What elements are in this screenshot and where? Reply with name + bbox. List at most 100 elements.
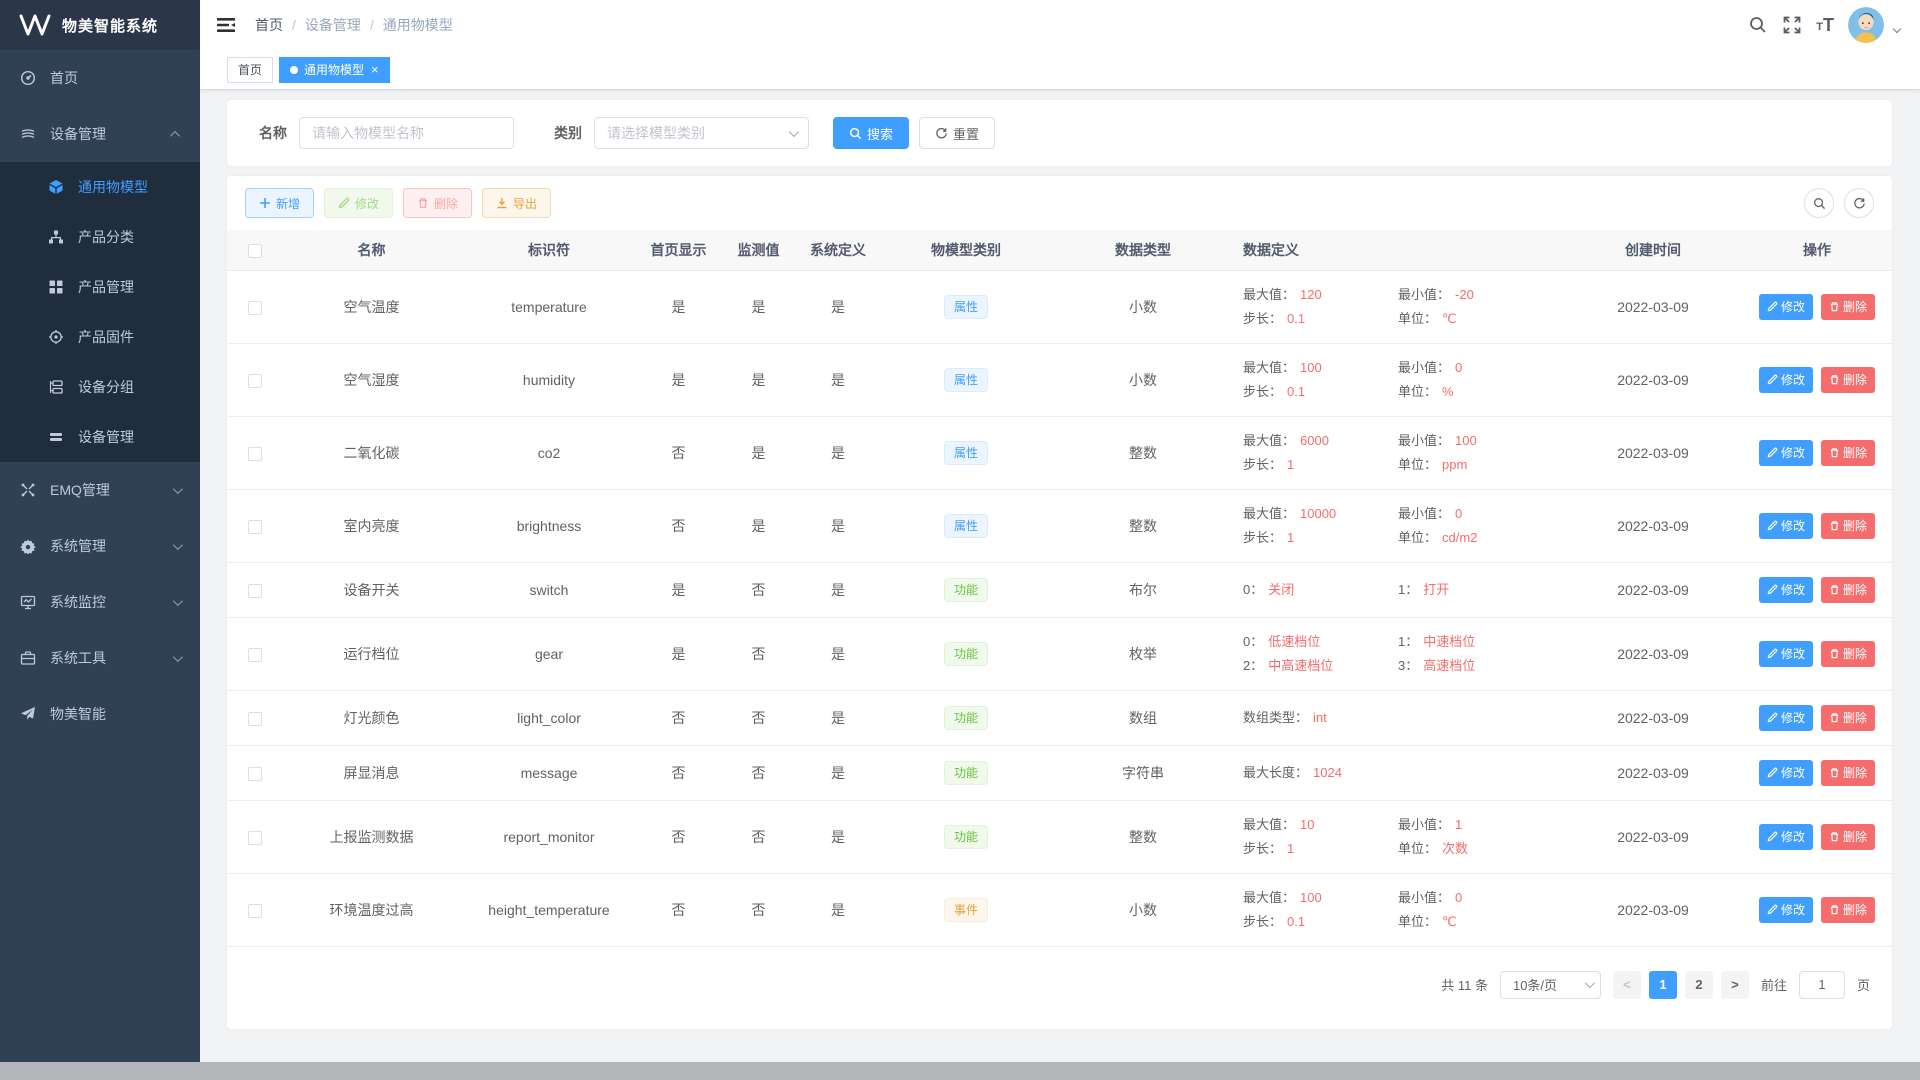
- row-checkbox[interactable]: [248, 301, 262, 315]
- cell-data-def: 数组类型：int: [1243, 708, 1558, 728]
- name-input[interactable]: 请输入物模型名称: [299, 117, 514, 149]
- pencil-icon: [1767, 648, 1778, 659]
- sidebar-item-system-management[interactable]: 系统管理: [0, 518, 200, 574]
- prev-page-button[interactable]: <: [1613, 971, 1641, 999]
- row-delete-button[interactable]: 删除: [1821, 760, 1875, 786]
- sidebar-fold-icon[interactable]: [215, 14, 237, 36]
- cell-data-def: 最大值：6000最小值：100步长：1单位：ppm: [1243, 431, 1558, 475]
- sidebar-item-thing-model[interactable]: 通用物模型: [0, 162, 200, 212]
- cell-monitor: 否: [719, 562, 798, 617]
- cell-monitor: 否: [719, 617, 798, 690]
- font-size-icon[interactable]: TT: [1816, 16, 1834, 34]
- row-edit-button[interactable]: 修改: [1759, 367, 1813, 393]
- export-button[interactable]: 导出: [482, 188, 551, 218]
- delete-button[interactable]: 删除: [403, 188, 472, 218]
- row-edit-button[interactable]: 修改: [1759, 760, 1813, 786]
- row-edit-button[interactable]: 修改: [1759, 577, 1813, 603]
- goto-page-input[interactable]: [1799, 971, 1845, 999]
- chevron-down-icon: [1585, 978, 1595, 988]
- avatar-caret-icon[interactable]: [1893, 25, 1901, 33]
- row-edit-button[interactable]: 修改: [1759, 824, 1813, 850]
- table-body: 空气温度 temperature 是 是 是 属性 小数 最大值：120最小值：…: [227, 270, 1892, 946]
- page-button-2[interactable]: 2: [1685, 971, 1713, 999]
- pencil-icon: [1767, 301, 1778, 312]
- row-checkbox[interactable]: [248, 447, 262, 461]
- edit-button[interactable]: 修改: [324, 188, 393, 218]
- cell-monitor: 否: [719, 873, 798, 946]
- sidebar-item-system-tools[interactable]: 系统工具: [0, 630, 200, 686]
- row-edit-button[interactable]: 修改: [1759, 641, 1813, 667]
- tab-thing-model[interactable]: 通用物模型 ×: [279, 57, 390, 83]
- table-row: 设备开关 switch 是 否 是 功能 布尔 0：关闭1：打开 2022-03…: [227, 562, 1892, 617]
- chevron-down-icon: [789, 127, 799, 137]
- chevron-down-icon: [173, 596, 183, 606]
- page-button-1[interactable]: 1: [1649, 971, 1677, 999]
- row-delete-button[interactable]: 删除: [1821, 513, 1875, 539]
- row-delete-button[interactable]: 删除: [1821, 577, 1875, 603]
- add-button[interactable]: 新增: [245, 188, 314, 218]
- breadcrumb-device-management[interactable]: 设备管理: [305, 15, 361, 35]
- category-select[interactable]: 请选择模型类别: [594, 117, 809, 149]
- sidebar-item-label: 设备分组: [78, 377, 134, 397]
- refresh-table-button[interactable]: [1844, 188, 1874, 218]
- row-delete-button[interactable]: 删除: [1821, 367, 1875, 393]
- row-delete-button[interactable]: 删除: [1821, 824, 1875, 850]
- tab-close-icon[interactable]: ×: [371, 63, 379, 76]
- trash-icon: [1829, 648, 1840, 659]
- sidebar-item-system-monitor[interactable]: 系统监控: [0, 574, 200, 630]
- logo-bar[interactable]: 物美智能系统: [0, 0, 200, 50]
- trash-icon: [1829, 904, 1840, 915]
- col-home-display: 首页显示: [638, 230, 719, 270]
- row-edit-button[interactable]: 修改: [1759, 513, 1813, 539]
- row-delete-button[interactable]: 删除: [1821, 440, 1875, 466]
- cell-data-type: 整数: [1054, 489, 1232, 562]
- cell-name: 屏显消息: [283, 745, 460, 800]
- row-checkbox[interactable]: [248, 374, 262, 388]
- row-delete-button[interactable]: 删除: [1821, 641, 1875, 667]
- row-checkbox[interactable]: [248, 584, 262, 598]
- cell-created: 2022-03-09: [1564, 873, 1742, 946]
- breadcrumb-home[interactable]: 首页: [255, 15, 283, 35]
- sidebar-item-device-management-sub[interactable]: 设备管理: [0, 412, 200, 462]
- row-delete-button[interactable]: 删除: [1821, 294, 1875, 320]
- cell-name: 上报监测数据: [283, 800, 460, 873]
- sidebar-item-device-group[interactable]: 设备分组: [0, 362, 200, 412]
- fullscreen-icon[interactable]: [1782, 15, 1802, 35]
- sidebar-item-emq[interactable]: EMQ管理: [0, 462, 200, 518]
- sidebar-item-device-management[interactable]: 设备管理: [0, 106, 200, 162]
- row-checkbox[interactable]: [248, 831, 262, 845]
- cell-monitor: 是: [719, 489, 798, 562]
- breadcrumb-separator: /: [292, 17, 296, 33]
- app-container: 物美智能系统 首页 设备管理 通用物模型 产品分类 产品管理: [0, 0, 1920, 1062]
- sidebar-item-home[interactable]: 首页: [0, 50, 200, 106]
- select-all-checkbox[interactable]: [248, 244, 262, 258]
- search-button[interactable]: 搜索: [833, 117, 909, 149]
- row-delete-button[interactable]: 删除: [1821, 705, 1875, 731]
- row-edit-button[interactable]: 修改: [1759, 897, 1813, 923]
- sidebar-item-product-category[interactable]: 产品分类: [0, 212, 200, 262]
- row-checkbox[interactable]: [248, 648, 262, 662]
- row-edit-button[interactable]: 修改: [1759, 705, 1813, 731]
- search-icon[interactable]: [1748, 15, 1768, 35]
- tab-home[interactable]: 首页: [227, 57, 273, 83]
- sidebar-item-product-management[interactable]: 产品管理: [0, 262, 200, 312]
- sidebar-item-label: 首页: [50, 68, 78, 88]
- row-checkbox[interactable]: [248, 904, 262, 918]
- row-edit-button[interactable]: 修改: [1759, 440, 1813, 466]
- page-size-select[interactable]: 10条/页: [1500, 971, 1601, 999]
- cell-home-display: 否: [638, 745, 719, 800]
- avatar[interactable]: [1848, 7, 1884, 43]
- row-checkbox[interactable]: [248, 520, 262, 534]
- row-delete-button[interactable]: 删除: [1821, 897, 1875, 923]
- row-edit-button[interactable]: 修改: [1759, 294, 1813, 320]
- reset-button[interactable]: 重置: [919, 117, 995, 149]
- show-search-toggle-button[interactable]: [1804, 188, 1834, 218]
- cell-created: 2022-03-09: [1564, 745, 1742, 800]
- cell-identifier: gear: [460, 617, 638, 690]
- plus-icon: [259, 197, 271, 209]
- next-page-button[interactable]: >: [1721, 971, 1749, 999]
- row-checkbox[interactable]: [248, 767, 262, 781]
- row-checkbox[interactable]: [248, 712, 262, 726]
- sidebar-item-product-firmware[interactable]: 产品固件: [0, 312, 200, 362]
- sidebar-item-wumei-smart[interactable]: 物美智能: [0, 686, 200, 742]
